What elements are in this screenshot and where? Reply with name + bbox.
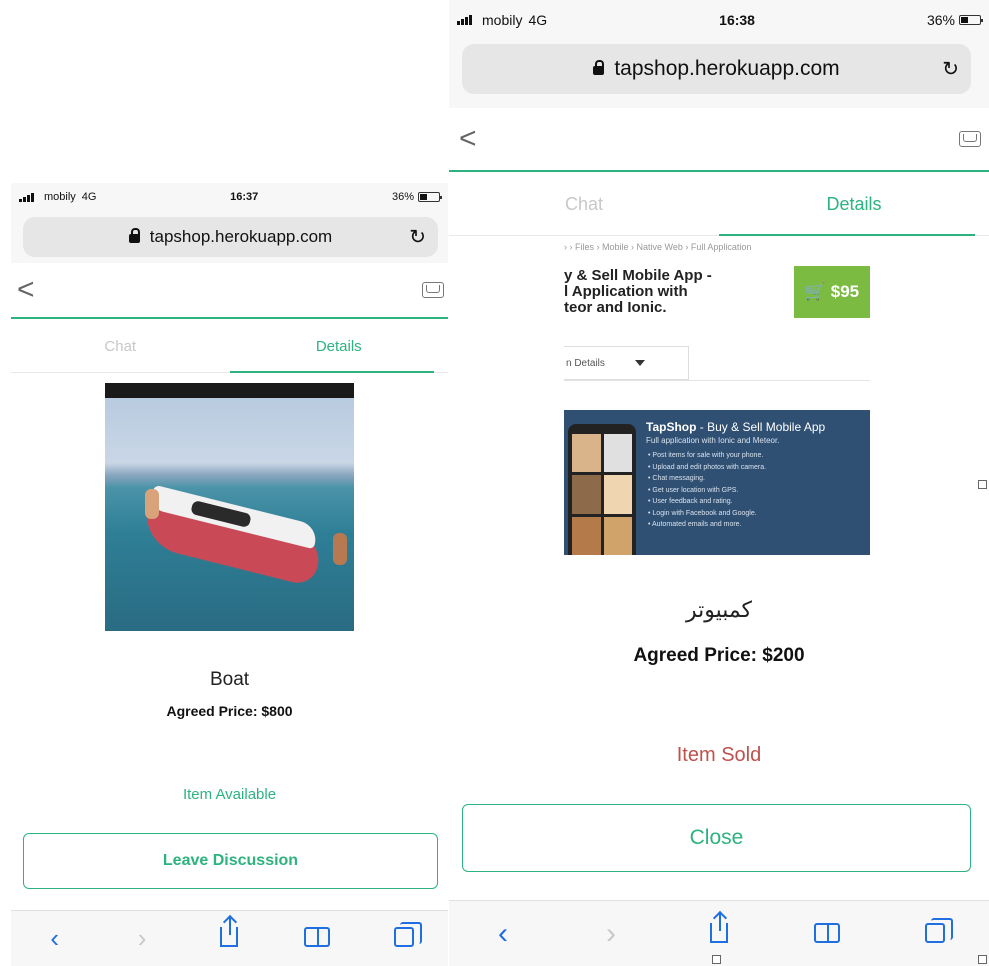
share-icon[interactable] xyxy=(699,912,739,951)
webpage-breadcrumb: › › Files › Mobile › Native Web › Full A… xyxy=(564,242,752,252)
reload-icon[interactable]: ↻ xyxy=(409,225,426,250)
status-bar: mobily 4G 16:38 36% xyxy=(449,0,989,40)
tab-details[interactable]: Details xyxy=(229,321,449,373)
feature-item: Automated emails and more. xyxy=(648,519,766,531)
item-title: كمبيوتر xyxy=(685,598,753,623)
time-label: 16:37 xyxy=(230,191,259,203)
feature-list: Post items for sale with your phone. Upl… xyxy=(648,450,766,531)
bookmarks-icon[interactable] xyxy=(807,917,847,951)
carrier-label: mobily xyxy=(482,12,523,28)
webpage-title-line: y & Sell Mobile App - xyxy=(564,267,712,284)
address-bar[interactable]: tapshop.herokuapp.com ↻ xyxy=(23,217,438,257)
edge-marker-icon xyxy=(978,480,987,489)
signal-icon xyxy=(19,192,34,202)
agreed-price: Agreed Price: $200 xyxy=(633,645,805,666)
banner-subtitle: Full application with Ionic and Meteor. xyxy=(646,436,780,445)
item-status: Item Available xyxy=(182,786,277,803)
edge-marker-icon xyxy=(712,955,721,964)
webpage-buy-button: 🛒 $95 xyxy=(794,266,870,318)
back-icon[interactable]: < xyxy=(459,124,477,154)
tab-details-label: Details xyxy=(315,338,362,355)
edge-marker-icon xyxy=(978,955,987,964)
lock-icon xyxy=(128,227,140,243)
webpage-banner: TapShop - Buy & Sell Mobile App Full app… xyxy=(564,410,870,555)
banner-headline: TapShop - Buy & Sell Mobile App xyxy=(646,420,825,434)
status-bar: mobily 4G 16:37 36% xyxy=(11,183,448,211)
phone-mockup-image xyxy=(568,424,636,555)
leave-discussion-button[interactable]: Leave Discussion xyxy=(23,833,438,889)
feature-item: Upload and edit photos with camera. xyxy=(648,462,766,474)
network-label: 4G xyxy=(528,12,548,28)
agreed-price: Agreed Price: $800 xyxy=(166,703,293,719)
tab-chat[interactable]: Chat xyxy=(449,174,719,235)
webpage-divider xyxy=(564,380,870,381)
tabs-icon[interactable] xyxy=(384,922,424,954)
inbox-icon[interactable] xyxy=(422,282,444,298)
safari-toolbar: ‹ › xyxy=(11,910,448,966)
browser-forward-icon[interactable]: › xyxy=(591,917,631,951)
feature-item: User feedback and rating. xyxy=(648,496,766,508)
browser-back-icon[interactable]: ‹ xyxy=(35,923,75,954)
webpage-title: y & Sell Mobile App - l Application with… xyxy=(564,268,764,316)
webpage-title-line: teor and Ionic. xyxy=(564,299,667,316)
item-status: Item Sold xyxy=(676,744,762,766)
network-label: 4G xyxy=(81,191,97,203)
inbox-icon[interactable] xyxy=(959,131,981,147)
feature-item: Get user location with GPS. xyxy=(648,485,766,497)
app-nav-bar: < xyxy=(11,263,448,319)
tab-bar: Chat Details xyxy=(449,174,989,236)
webpage-details-dropdown: n Details xyxy=(564,346,689,380)
tab-chat[interactable]: Chat xyxy=(11,321,230,372)
reload-icon[interactable]: ↻ xyxy=(942,57,959,82)
browser-address-area: tapshop.herokuapp.com ↻ xyxy=(449,40,989,108)
banner-brand: TapShop xyxy=(646,420,697,434)
share-icon[interactable] xyxy=(209,917,249,954)
lock-icon xyxy=(593,59,605,75)
browser-address-area: tapshop.herokuapp.com ↻ xyxy=(11,211,448,263)
feature-item: Login with Facebook and Google. xyxy=(648,508,766,520)
tab-chat-label: Chat xyxy=(564,194,604,214)
dropdown-label: n Details xyxy=(566,357,605,369)
url-text: tapshop.herokuapp.com xyxy=(149,227,333,246)
carrier-label: mobily xyxy=(44,191,76,203)
app-nav-bar: < xyxy=(449,108,989,172)
person-on-boat xyxy=(145,489,159,519)
battery-icon xyxy=(418,192,442,202)
item-photo-webpage: › › Files › Mobile › Native Web › Full A… xyxy=(564,240,870,556)
battery-percent: 36% xyxy=(926,12,955,28)
browser-forward-icon[interactable]: › xyxy=(122,923,162,954)
feature-item: Post items for sale with your phone. xyxy=(648,450,766,462)
browser-back-icon[interactable]: ‹ xyxy=(483,917,523,951)
time-label: 16:38 xyxy=(719,12,755,28)
webpage-title-line: l Application with xyxy=(564,283,688,300)
banner-headline-text: - Buy & Sell Mobile App xyxy=(696,420,826,434)
item-photo xyxy=(105,383,354,631)
battery-percent: 36% xyxy=(391,191,414,203)
person-in-water xyxy=(333,533,347,565)
address-bar[interactable]: tapshop.herokuapp.com ↻ xyxy=(462,44,971,94)
battery-icon xyxy=(959,15,983,25)
dropdown-triangle-icon xyxy=(634,360,645,366)
right-phone-screenshot: mobily 4G 16:38 36% tapshop.herokuapp.co… xyxy=(449,0,989,966)
left-phone-screenshot: mobily 4G 16:37 36% tapshop.herokuapp.co… xyxy=(11,183,448,966)
tab-details-label: Details xyxy=(826,194,882,214)
tab-details[interactable]: Details xyxy=(719,174,989,236)
bookmarks-icon[interactable] xyxy=(297,923,337,954)
back-icon[interactable]: < xyxy=(17,275,35,305)
close-button[interactable]: Close xyxy=(462,804,971,872)
feature-item: Chat messaging. xyxy=(648,473,766,485)
signal-icon xyxy=(457,15,472,25)
tab-chat-label: Chat xyxy=(104,338,137,355)
tabs-icon[interactable] xyxy=(915,917,955,951)
tab-bar: Chat Details xyxy=(11,321,448,373)
item-title: Boat xyxy=(209,669,250,690)
url-text: tapshop.herokuapp.com xyxy=(614,57,840,80)
